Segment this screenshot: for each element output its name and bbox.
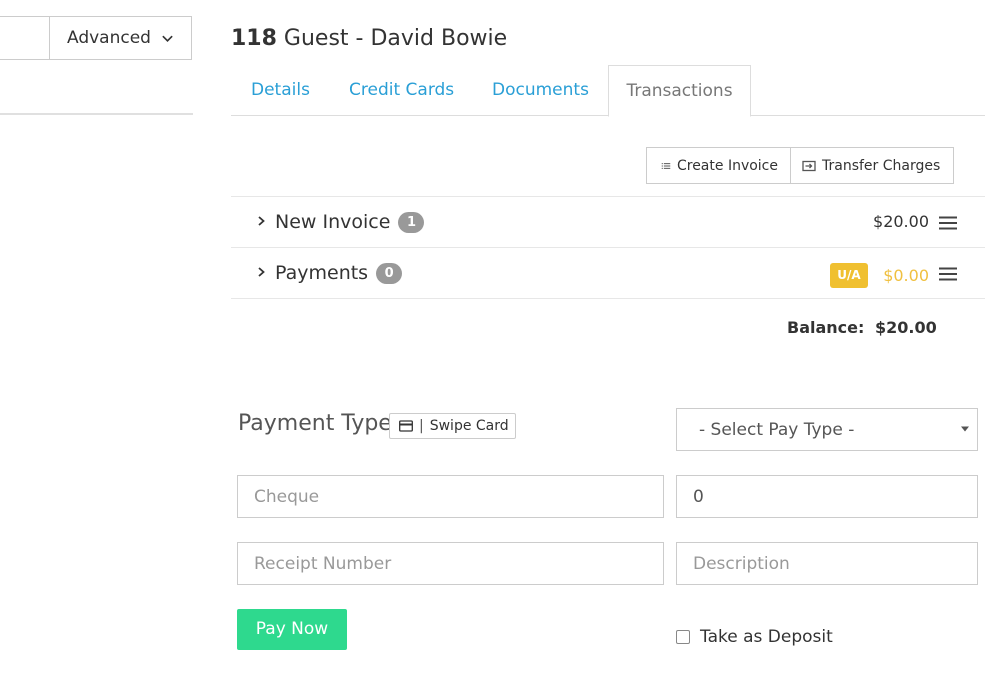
page-title: 118 Guest - David Bowie (231, 26, 507, 51)
pay-now-button[interactable]: Pay Now (237, 609, 347, 650)
balance-label: Balance: (787, 318, 865, 337)
transfer-charges-label: Transfer Charges (822, 157, 941, 174)
hamburger-menu-icon[interactable] (939, 267, 957, 281)
divider (0, 113, 193, 115)
payment-type-label: Payment Type (238, 411, 392, 436)
payments-label[interactable]: Payments 0 (275, 262, 403, 284)
invoice-title: New Invoice (275, 211, 391, 233)
tab-details[interactable]: Details (231, 65, 330, 116)
guest-name: Guest - David Bowie (276, 26, 508, 51)
divider (231, 298, 985, 299)
separator: | (419, 418, 424, 434)
pay-type-selected-value: - Select Pay Type - (699, 420, 855, 440)
credit-card-icon (399, 420, 413, 432)
chevron-right-icon[interactable] (255, 214, 267, 228)
chevron-right-icon[interactable] (255, 265, 267, 279)
advanced-label: Advanced (67, 28, 151, 48)
cheque-input[interactable] (237, 475, 664, 518)
transfer-charges-button[interactable]: Transfer Charges (791, 147, 954, 184)
advanced-dropdown-button[interactable]: Advanced (49, 16, 192, 60)
hamburger-menu-icon[interactable] (939, 216, 957, 230)
take-as-deposit-checkbox[interactable] (676, 630, 690, 644)
create-invoice-button[interactable]: Create Invoice (646, 147, 791, 184)
amount-input[interactable] (676, 475, 978, 518)
invoice-count-badge: 1 (398, 212, 425, 233)
payments-row: Payments 0 U/A $0.00 (231, 247, 985, 298)
payments-count-badge: 0 (376, 263, 403, 284)
transaction-actions: Create Invoice Transfer Charges (646, 147, 954, 184)
transfer-icon (802, 160, 816, 171)
balance-value: $20.00 (875, 318, 937, 337)
chevron-down-icon (162, 35, 173, 42)
unallocated-badge: U/A (830, 263, 868, 288)
payments-title: Payments (275, 262, 369, 284)
swipe-card-button[interactable]: | Swipe Card (389, 413, 516, 439)
caret-down-icon (961, 426, 969, 432)
invoice-amount: $20.00 (873, 212, 929, 231)
take-as-deposit-label[interactable]: Take as Deposit (700, 627, 833, 647)
take-as-deposit-option: Take as Deposit (676, 627, 833, 647)
tab-transactions[interactable]: Transactions (608, 65, 751, 117)
invoice-label[interactable]: New Invoice 1 (275, 211, 425, 233)
tab-documents[interactable]: Documents (472, 65, 609, 116)
room-number: 118 (231, 26, 277, 51)
tab-bar: Details Credit Cards Documents Transacti… (231, 65, 985, 117)
swipe-card-label: Swipe Card (429, 418, 509, 434)
tab-credit-cards[interactable]: Credit Cards (329, 65, 474, 116)
search-input[interactable] (0, 16, 50, 60)
pay-type-select[interactable]: - Select Pay Type - (676, 408, 978, 451)
create-invoice-label: Create Invoice (676, 157, 778, 174)
description-input[interactable] (676, 542, 978, 585)
list-icon (661, 162, 671, 169)
receipt-number-input[interactable] (237, 542, 664, 585)
invoice-row: New Invoice 1 $20.00 (231, 196, 985, 247)
payments-amount: $0.00 (883, 266, 929, 285)
